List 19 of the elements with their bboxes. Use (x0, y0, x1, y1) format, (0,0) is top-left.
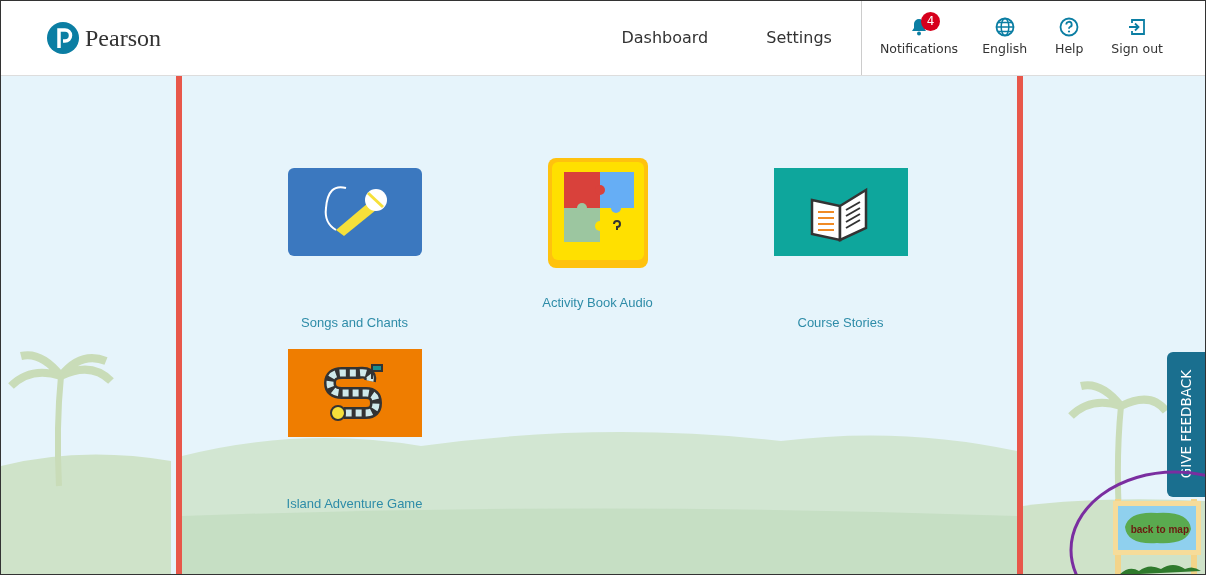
help-icon (1059, 17, 1080, 38)
sign-out-icon (1127, 17, 1148, 38)
notification-count-badge: 4 (921, 12, 940, 31)
logo-icon (47, 22, 79, 54)
nav-link[interactable]: Settings (737, 26, 861, 50)
puzzle-icon (547, 158, 648, 268)
header-action-button[interactable]: English (970, 1, 1040, 75)
resource-tile[interactable]: Course Stories (719, 168, 962, 349)
resource-tile[interactable]: Activity Book Audio (476, 158, 719, 339)
header-action-button[interactable]: Help (1039, 1, 1100, 75)
header-action-button[interactable]: Notifications 4 (867, 1, 971, 75)
board-game-icon (287, 349, 422, 437)
header-action-button[interactable]: Sign out (1099, 1, 1175, 75)
brand-name: Pearson (85, 24, 161, 53)
resource-tile[interactable]: Songs and Chants (233, 168, 476, 349)
globe-icon (994, 17, 1015, 38)
nav-link[interactable]: Dashboard (592, 26, 738, 50)
open-book-icon (773, 168, 908, 256)
microphone-icon (287, 168, 422, 256)
